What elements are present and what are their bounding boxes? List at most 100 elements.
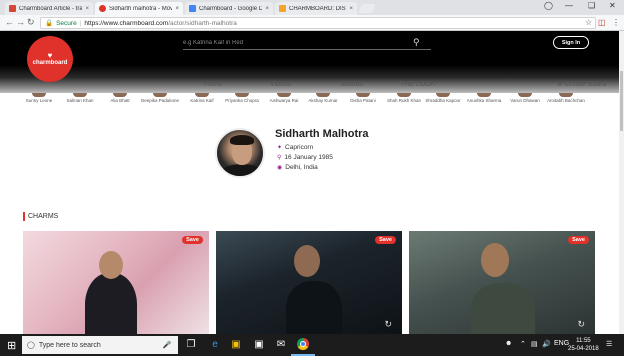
file-explorer-icon[interactable]: ▣ [229, 339, 243, 350]
volume-icon[interactable]: 🔊 [542, 340, 551, 348]
back-arrow-icon[interactable]: ← [5, 17, 14, 27]
menu-icon[interactable]: ⋮ [612, 18, 620, 27]
charmboard-logo[interactable]: ♥ charmboard [27, 36, 73, 82]
celeb-item[interactable]: Alia Bhatt [98, 93, 142, 104]
close-icon[interactable]: × [85, 6, 89, 12]
celeb-name: Shah Rukh Khan [386, 98, 422, 103]
zodiac-icon: ✦ [277, 145, 283, 151]
celeb-item[interactable]: Anushka Sharma [462, 93, 506, 104]
location-pin-icon: ◉ [277, 165, 283, 171]
celeb-item[interactable]: Aishwarya Rai [262, 93, 306, 104]
save-button[interactable]: Save [568, 236, 589, 244]
charm-card[interactable]: Save [23, 231, 209, 334]
celeb-thumb [477, 93, 491, 97]
nav-the-look[interactable]: THE LOOK [400, 81, 435, 88]
chrome-icon[interactable] [297, 338, 309, 350]
celeb-name: Disha Patani [350, 98, 376, 103]
network-icon[interactable]: ▤ [531, 340, 538, 348]
card-image [85, 273, 137, 334]
celeb-thumb [559, 93, 573, 97]
tab-label: Charmboard Article - tra [19, 5, 83, 12]
nav-videos[interactable]: Videos [270, 81, 291, 88]
card-image [471, 283, 535, 334]
extension-icon[interactable]: ◫ [598, 18, 606, 27]
refresh-icon[interactable]: ↻ [384, 319, 392, 330]
section-title: CHARMS [28, 213, 59, 220]
microphone-icon[interactable]: 🎤 [163, 341, 172, 349]
celeb-item[interactable]: Akshay Kumar [301, 93, 345, 104]
language-indicator[interactable]: ENG [554, 340, 569, 347]
celeb-item[interactable]: Disha Patani [341, 93, 385, 104]
task-view-icon[interactable]: ❐ [184, 339, 198, 350]
browser-tab[interactable]: Charmboard Article - tra × [5, 2, 93, 15]
search-input[interactable] [183, 39, 413, 46]
search-icon[interactable]: ⚲ [413, 37, 420, 48]
maximize-icon[interactable]: ❑ [588, 1, 595, 10]
browser-tab[interactable]: CHARMBOARD: DISCOV × [275, 2, 357, 15]
scrollbar-thumb[interactable] [620, 71, 623, 131]
celeb-item[interactable]: Amitabh Bachchan [544, 93, 588, 104]
sign-in-button[interactable]: Sign In [553, 36, 589, 49]
celeb-item[interactable]: Sunny Leone [17, 93, 61, 104]
celeb-thumb [195, 93, 209, 97]
notifications-icon[interactable]: ☰ [606, 340, 612, 348]
blogger-icon [279, 5, 286, 12]
create-board-label: Create Board [564, 80, 607, 88]
celeb-thumb [235, 93, 249, 97]
store-icon[interactable]: ▣ [252, 339, 266, 350]
address-bar[interactable]: 🔒 Secure | https://www.charmboard.com/ac… [40, 17, 596, 29]
new-tab-button[interactable] [358, 4, 376, 13]
close-window-icon[interactable]: ✕ [609, 1, 616, 10]
charm-card[interactable]: Save ↻ [216, 231, 402, 334]
celeb-name: Varun Dhawan [510, 98, 540, 103]
people-icon[interactable]: ☻ [505, 340, 512, 347]
create-board-button[interactable]: ⊕ Create Board [557, 80, 607, 89]
browser-toolbar: ← → ↻ 🔒 Secure | https://www.charmboard.… [0, 15, 624, 31]
taskbar-clock[interactable]: 11:55 25-04-2018 [568, 337, 599, 353]
celeb-item[interactable]: Katrina Kaif [180, 93, 224, 104]
celeb-thumb [356, 93, 370, 97]
minimize-icon[interactable]: — [565, 1, 573, 10]
profile-icon[interactable]: ◯ [544, 1, 553, 10]
celeb-name: Anushka Sharma [466, 98, 502, 103]
browser-tab[interactable]: Charmboard - Google D × [185, 2, 273, 15]
windows-start-icon[interactable]: ⊞ [7, 339, 16, 352]
reload-icon[interactable]: ↻ [27, 17, 35, 28]
windows-taskbar: ⊞ ◯ 🎤 ❐ e ▣ ▣ ✉ ☻ ⌃ ▤ 🔊 ENG 11:55 25-04-… [0, 334, 624, 356]
close-icon[interactable]: × [265, 6, 269, 12]
save-button[interactable]: Save [375, 236, 396, 244]
celeb-item[interactable]: Varun Dhawan [503, 93, 547, 104]
page-scrollbar[interactable] [619, 31, 624, 334]
celeb-thumb [397, 93, 411, 97]
celeb-name: Shraddha Kapoor [425, 98, 461, 103]
charmboard-favicon-icon [99, 5, 106, 12]
celeb-item[interactable]: Deepika Padukone [138, 93, 182, 104]
charm-card[interactable]: Save ↻ [409, 231, 595, 334]
celeb-name: Alia Bhatt [110, 98, 130, 103]
save-button[interactable]: Save [182, 236, 203, 244]
browser-tab-active[interactable]: Sidharth malhotra - Mov × [95, 2, 183, 15]
mail-icon[interactable]: ✉ [274, 339, 288, 350]
close-icon[interactable]: × [349, 6, 353, 12]
bookmark-star-icon[interactable]: ☆ [585, 18, 592, 27]
taskbar-search-input[interactable] [38, 341, 159, 349]
celeb-item[interactable]: Shah Rukh Khan [382, 93, 426, 104]
celeb-thumb [73, 93, 87, 97]
forward-arrow-icon[interactable]: → [16, 17, 25, 27]
tab-label: Sidharth malhotra - Mov [109, 5, 173, 12]
celeb-item[interactable]: Salman Khan [58, 93, 102, 104]
refresh-icon[interactable]: ↻ [577, 319, 585, 330]
celeb-thumb [518, 93, 532, 97]
celeb-item[interactable]: Shraddha Kapoor [421, 93, 465, 104]
divider: | [79, 19, 82, 27]
nav-boards[interactable]: Boards [341, 81, 363, 88]
browser-tab-strip: Charmboard Article - tra × Sidharth malh… [0, 0, 624, 15]
edge-icon[interactable]: e [208, 339, 222, 350]
chevron-up-icon[interactable]: ⌃ [520, 340, 526, 348]
secure-label: Secure [56, 19, 77, 27]
nav-home[interactable]: Home [204, 81, 223, 88]
taskbar-search[interactable]: ◯ 🎤 [22, 336, 178, 354]
tab-label: Charmboard - Google D [199, 5, 263, 12]
close-icon[interactable]: × [175, 6, 179, 12]
celeb-item[interactable]: Priyanka Chopra [220, 93, 264, 104]
